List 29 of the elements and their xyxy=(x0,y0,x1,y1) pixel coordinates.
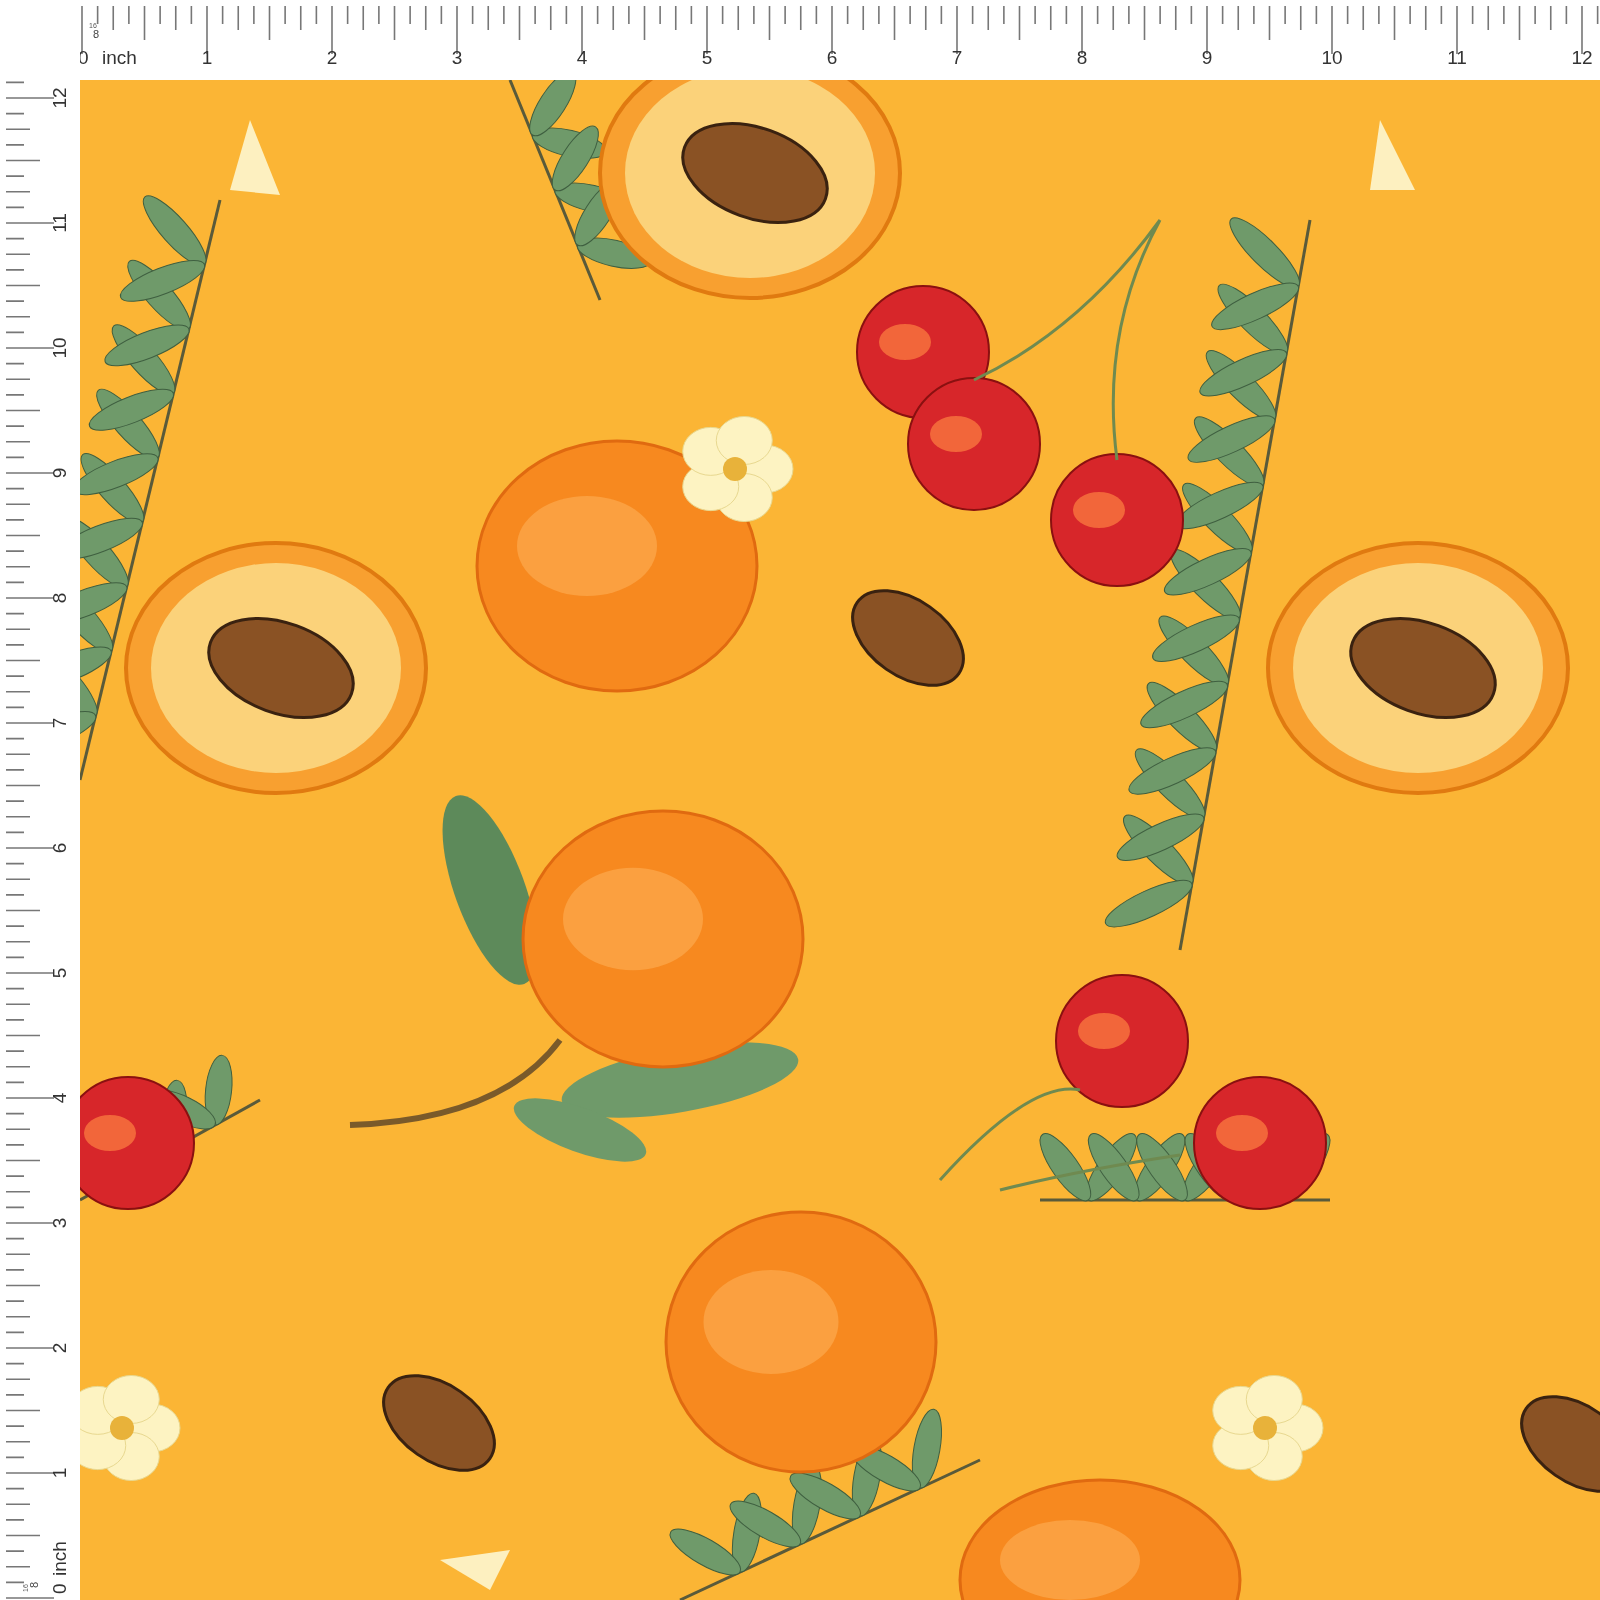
ruler-number: 10 xyxy=(1321,47,1343,68)
ruler-number: 8 xyxy=(1076,47,1088,68)
ruler-number: 8 xyxy=(49,592,70,604)
ruler-number: 5 xyxy=(49,967,70,979)
ruler-number: 3 xyxy=(451,47,463,68)
ruler-number: 7 xyxy=(951,47,963,68)
ruler-number: 4 xyxy=(576,47,588,68)
ruler-number: 7 xyxy=(49,717,70,729)
ruler-number: 1 xyxy=(201,47,213,68)
ruler-number: 4 xyxy=(49,1092,70,1104)
unit-label: inch xyxy=(49,1541,70,1576)
ruler-number: 5 xyxy=(701,47,713,68)
ruler-number: 2 xyxy=(49,1342,70,1354)
ruler-number: 3 xyxy=(49,1217,70,1229)
ruler-number: 11 xyxy=(1447,47,1467,68)
unit-label: inch xyxy=(102,47,137,68)
ruler-number: 12 xyxy=(1571,47,1593,68)
ruler-number: 6 xyxy=(49,842,70,854)
scale-number: 8 xyxy=(28,1581,40,1588)
ruler-number: 6 xyxy=(826,47,838,68)
ruler-number: 12 xyxy=(49,87,70,109)
ruler-number: 0 xyxy=(49,1583,70,1594)
scale-number: 8 xyxy=(93,28,100,40)
ruler-number: 2 xyxy=(326,47,338,68)
ruler-number: 10 xyxy=(49,337,70,359)
ruler-number: 11 xyxy=(49,213,70,233)
ruler-number: 9 xyxy=(1201,47,1213,68)
ruler-number: 9 xyxy=(49,467,70,479)
ruler-number: 1 xyxy=(49,1467,70,1479)
